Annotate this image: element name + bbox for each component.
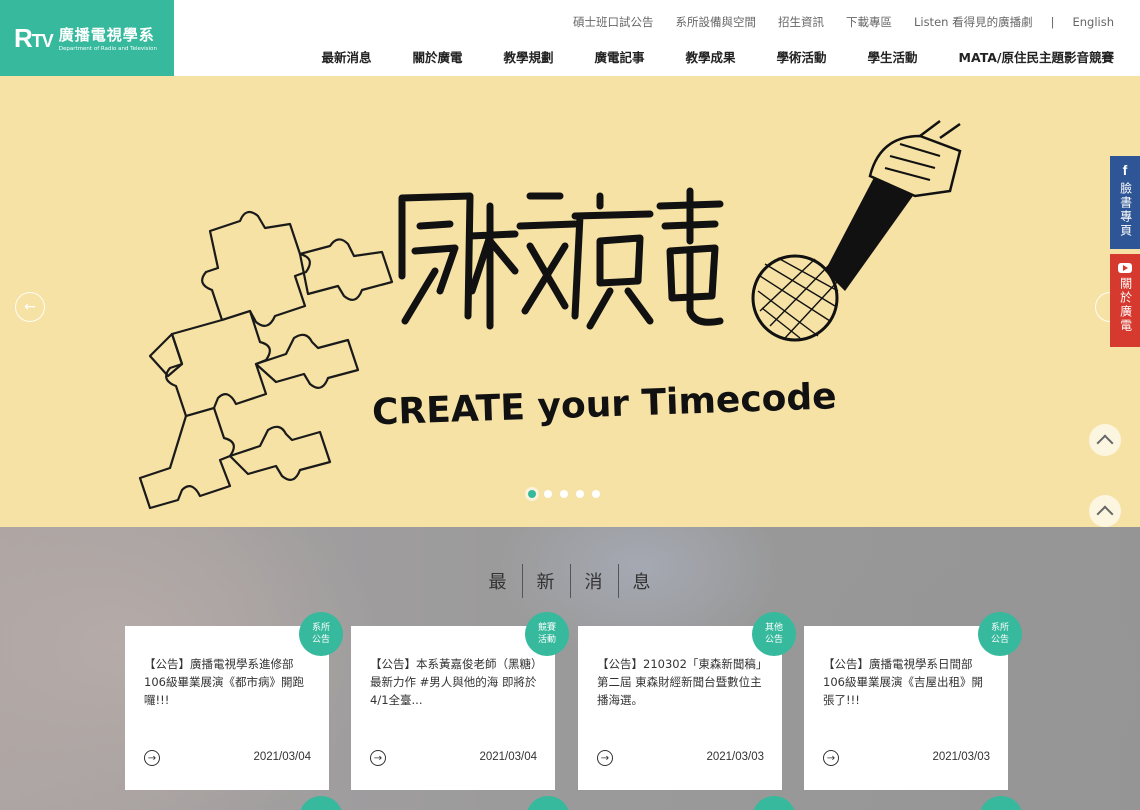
hero-banner[interactable]: CREATE your Timecode ← xyxy=(0,76,1140,527)
scroll-top-button[interactable] xyxy=(1089,495,1121,527)
slider-dot[interactable] xyxy=(592,490,600,498)
facebook-side-link[interactable]: f 臉書專頁 xyxy=(1110,156,1140,249)
news-card-text[interactable]: 【公告】廣播電視學系日間部106級畢業展演《吉屋出租》開張了!!! xyxy=(823,655,990,709)
facebook-icon: f xyxy=(1122,162,1128,178)
nav-separator: | xyxy=(1050,15,1055,29)
chevron-up-icon xyxy=(1096,505,1114,523)
chevron-up-icon xyxy=(1096,434,1114,452)
arrow-circle-icon[interactable]: → xyxy=(597,750,613,766)
news-section-title: 最 新 消 息 xyxy=(0,564,1140,598)
logo-name-zh: 廣播電視學系 xyxy=(58,26,155,44)
banner-illustration: CREATE your Timecode xyxy=(138,120,962,510)
banner-subtitle-lettering: CREATE your Timecode xyxy=(371,376,837,433)
main-nav: 最新消息 關於廣電 教學規劃 廣電記事 教學成果 學術活動 學生活動 MATA/… xyxy=(280,47,1114,66)
arrow-left-icon: ← xyxy=(24,299,36,315)
logo-name-en: Department of Radio and Television xyxy=(58,46,157,52)
news-card-date: 2021/03/03 xyxy=(932,751,990,763)
arrow-circle-icon[interactable]: → xyxy=(370,750,386,766)
puzzle-icon xyxy=(138,210,394,510)
logo-text: 廣播電視學系 Department of Radio and Televisio… xyxy=(59,24,157,52)
slider-prev-button[interactable]: ← xyxy=(15,292,45,322)
slider-dot[interactable] xyxy=(528,490,536,498)
logo-mark: RTV xyxy=(14,22,54,53)
news-card-date: 2021/03/04 xyxy=(253,751,311,763)
news-card-text[interactable]: 【公告】210302「東森新聞稿」第二屆 東森財經新聞台暨數位主播海選。 xyxy=(597,655,764,709)
news-card[interactable]: 其他 公告 【公告】210302「東森新聞稿」第二屆 東森財經新聞台暨數位主播海選… xyxy=(578,612,796,790)
news-card-date: 2021/03/03 xyxy=(706,751,764,763)
main-nav-news[interactable]: 最新消息 xyxy=(321,47,371,66)
news-card-text[interactable]: 【公告】廣播電視學系進修部106級畢業展演《都市病》開跑囉!!! xyxy=(144,655,311,709)
main-nav-mata[interactable]: MATA/原住民主題影音競賽 xyxy=(959,47,1114,66)
top-utility-nav: 碩士班口試公告 系所設備與空間 招生資訊 下載專區 Listen 看得見的廣播劇… xyxy=(551,14,1114,30)
banner-title-lettering xyxy=(398,187,724,330)
latest-news-section: 最 新 消 息 系所 公告 【公告】廣播電視學系進修部106級畢業展演《都市病》開… xyxy=(0,527,1140,810)
main-nav-records[interactable]: 廣電記事 xyxy=(594,47,644,66)
main-nav-academic[interactable]: 學術活動 xyxy=(777,47,827,66)
top-nav-thesis-defense[interactable]: 碩士班口試公告 xyxy=(573,14,654,30)
category-badge: 其他 公告 xyxy=(752,612,796,656)
top-nav-admissions[interactable]: 招生資訊 xyxy=(778,14,824,30)
arrow-circle-icon[interactable]: → xyxy=(144,750,160,766)
slider-dot[interactable] xyxy=(544,490,552,498)
youtube-side-link[interactable]: 關於廣電 xyxy=(1110,254,1140,347)
category-badge: 競賽 活動 xyxy=(525,612,569,656)
youtube-label: 關於廣電 xyxy=(1118,277,1133,333)
main-nav-student-activities[interactable]: 學生活動 xyxy=(868,47,918,66)
microphone-icon xyxy=(751,120,962,342)
main-nav-curriculum[interactable]: 教學規劃 xyxy=(503,47,553,66)
slider-dots xyxy=(528,490,600,498)
top-nav-listen[interactable]: Listen 看得見的廣播劇 xyxy=(914,14,1033,30)
news-card-text[interactable]: 【公告】本系黃嘉俊老師（黑糖）最新力作 #男人與他的海 即將於4/1全臺... xyxy=(370,655,537,709)
facebook-label: 臉書專頁 xyxy=(1118,182,1133,238)
scroll-top-button[interactable] xyxy=(1089,424,1121,456)
news-card[interactable]: 競賽 活動 【公告】本系黃嘉俊老師（黑糖）最新力作 #男人與他的海 即將於4/1全… xyxy=(351,612,569,790)
top-nav-facilities[interactable]: 系所設備與空間 xyxy=(675,14,756,30)
category-badge: 系所 公告 xyxy=(978,612,1022,656)
main-nav-about[interactable]: 關於廣電 xyxy=(412,47,462,66)
slider-dot[interactable] xyxy=(560,490,568,498)
slider-dot[interactable] xyxy=(576,490,584,498)
youtube-icon xyxy=(1118,263,1132,273)
arrow-circle-icon[interactable]: → xyxy=(823,750,839,766)
news-card[interactable]: 系所 公告 【公告】廣播電視學系進修部106級畢業展演《都市病》開跑囉!!! → … xyxy=(125,612,343,790)
news-card[interactable]: 系所 公告 【公告】廣播電視學系日間部106級畢業展演《吉屋出租》開張了!!! →… xyxy=(804,612,1022,790)
language-english-link[interactable]: English xyxy=(1072,15,1114,29)
main-nav-teaching-results[interactable]: 教學成果 xyxy=(686,47,736,66)
top-nav-downloads[interactable]: 下載專區 xyxy=(846,14,892,30)
category-badge: 系所 公告 xyxy=(299,612,343,656)
site-logo[interactable]: RTV 廣播電視學系 Department of Radio and Telev… xyxy=(0,0,174,76)
news-card-date: 2021/03/04 xyxy=(479,751,537,763)
